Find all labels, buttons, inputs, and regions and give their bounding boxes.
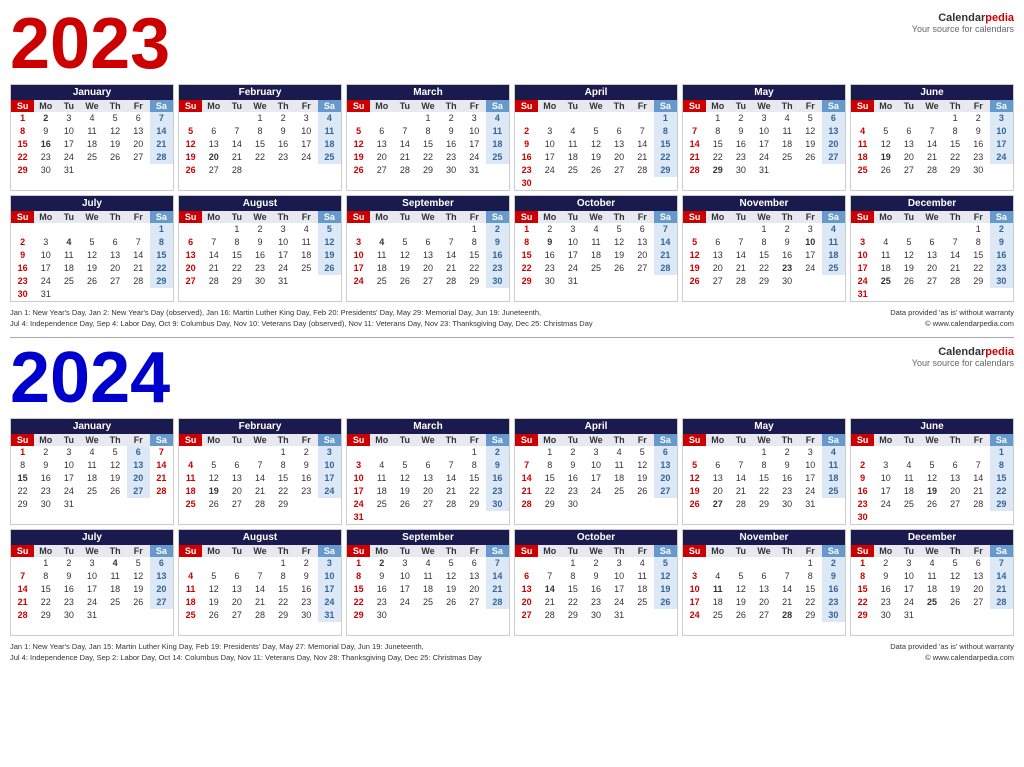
brand-name2-2024: pedia (985, 346, 1014, 358)
month-title-jan-2023: January (11, 85, 173, 100)
month-title-oct-2023: October (515, 196, 677, 211)
month-oct-2023: October Su Mo Tu We Th Fr Sa 1 2 3 4 5 6… (514, 195, 678, 302)
month-mar-2024: March Su Mo Tu We Th Fr Sa 1 2 3 4 5 (346, 418, 510, 525)
dh-sa: Sa (150, 100, 173, 112)
month-sep-2024: September Su Mo Tu We Th Fr Sa 1 2 3 4 5… (346, 529, 510, 636)
month-jun-2023: June Su Mo Tu We Th Fr Sa 1 2 3 4 5 6 (850, 84, 1014, 191)
notes-2023-text: Jan 1: New Year's Day, Jan 2: New Year's… (10, 308, 593, 329)
month-dec-2023: December Su Mo Tu We Th Fr Sa 1 2 3 4 (850, 195, 1014, 302)
month-title-apr-2024: April (515, 419, 677, 434)
month-feb-2024: February Su Mo Tu We Th Fr Sa 1 2 3 4 5 (178, 418, 342, 525)
calendar-row-1-2024: January Su Mo Tu We Th Fr Sa 1 2 3 4 5 6… (10, 418, 1014, 525)
month-feb-2023: February Su Mo Tu We Th Fr Sa 1 2 3 4 5 … (178, 84, 342, 191)
dh-su: Su (11, 100, 34, 112)
dh-fr: Fr (127, 100, 150, 112)
month-title-aug-2023: August (179, 196, 341, 211)
month-title-aug-2024: August (179, 530, 341, 545)
dh-tu: Tu (57, 100, 80, 112)
month-jan-2023: January Su Mo Tu We Th Fr Sa 1 2 3 4 5 6… (10, 84, 174, 191)
month-sep-2023: September Su Mo Tu We Th Fr Sa 1 2 3 4 (346, 195, 510, 302)
brand-tagline-2024: Your source for calendars (912, 358, 1014, 368)
brand-name1-2024: Calendar (938, 346, 985, 358)
month-oct-2024: October Su Mo Tu We Th Fr Sa 1 2 3 4 5 6… (514, 529, 678, 636)
month-title-may-2023: May (683, 85, 845, 100)
brand-name1: Calendar (938, 12, 985, 24)
month-title-jun-2024: June (851, 419, 1013, 434)
month-title-feb-2024: February (179, 419, 341, 434)
notes-2024: Jan 1: New Year's Day, Jan 15: Martin Lu… (10, 640, 1014, 663)
month-mar-2023: March Su Mo Tu We Th Fr Sa 1 2 3 4 5 6 7 (346, 84, 510, 191)
month-title-nov-2023: November (683, 196, 845, 211)
month-title-jul-2024: July (11, 530, 173, 545)
month-jun-2024: June Su Mo Tu We Th Fr Sa 1 2 3 4 (850, 418, 1014, 525)
month-title-mar-2024: March (347, 419, 509, 434)
year-2023-title: 2023 (10, 8, 170, 80)
month-title-apr-2023: April (515, 85, 677, 100)
footer-2023: Data provided 'as is' without warranty ©… (890, 308, 1014, 329)
month-title-jun-2023: June (851, 85, 1013, 100)
month-title-jul-2023: July (11, 196, 173, 211)
month-title-mar-2023: March (347, 85, 509, 100)
month-apr-2024: April Su Mo Tu We Th Fr Sa 1 2 3 4 5 6 7… (514, 418, 678, 525)
brand-name2: pedia (985, 12, 1014, 24)
month-title-jan-2024: January (11, 419, 173, 434)
month-nov-2023: November Su Mo Tu We Th Fr Sa 1 2 3 4 5 … (682, 195, 846, 302)
month-title-sep-2024: September (347, 530, 509, 545)
month-jul-2024: July Su Mo Tu We Th Fr Sa 1 2 3 4 5 6 7 … (10, 529, 174, 636)
dh-mo: Mo (34, 100, 57, 112)
month-may-2024: May Su Mo Tu We Th Fr Sa 1 2 3 4 5 6 7 (682, 418, 846, 525)
month-title-may-2024: May (683, 419, 845, 434)
calendar-row-1-2023: January Su Mo Tu We Th Fr Sa 1 2 3 4 5 6… (10, 84, 1014, 191)
notes-2024-text: Jan 1: New Year's Day, Jan 15: Martin Lu… (10, 642, 482, 663)
month-title-nov-2024: November (683, 530, 845, 545)
year-2023-header: 2023 Calendarpedia Your source for calen… (10, 8, 1014, 80)
month-nov-2024: November Su Mo Tu We Th Fr Sa 1 2 3 4 (682, 529, 846, 636)
month-aug-2024: August Su Mo Tu We Th Fr Sa 1 2 3 4 5 6 (178, 529, 342, 636)
year-2024-section: 2024 Calendarpedia Your source for calen… (10, 342, 1014, 663)
month-may-2023: May Su Mo Tu We Th Fr Sa 1 2 3 4 5 6 7 8… (682, 84, 846, 191)
dh-we: We (80, 100, 103, 112)
notes-2023: Jan 1: New Year's Day, Jan 2: New Year's… (10, 306, 1014, 329)
month-apr-2023: April Su Mo Tu We Th Fr Sa 1 2 3 4 (514, 84, 678, 191)
brand-2024: Calendarpedia Your source for calendars (912, 342, 1014, 368)
year-2024-title: 2024 (10, 342, 170, 414)
month-dec-2024: December Su Mo Tu We Th Fr Sa 1 2 3 4 5 … (850, 529, 1014, 636)
year-2023-section: 2023 Calendarpedia Your source for calen… (10, 8, 1014, 329)
month-title-sep-2023: September (347, 196, 509, 211)
calendar-row-2-2024: July Su Mo Tu We Th Fr Sa 1 2 3 4 5 6 7 … (10, 529, 1014, 636)
month-aug-2023: August Su Mo Tu We Th Fr Sa 1 2 3 4 5 6 … (178, 195, 342, 302)
month-jul-2023: July Su Mo Tu We Th Fr Sa 1 2 3 4 (10, 195, 174, 302)
month-title-oct-2024: October (515, 530, 677, 545)
dh-th: Th (104, 100, 127, 112)
calendar-row-2-2023: July Su Mo Tu We Th Fr Sa 1 2 3 4 (10, 195, 1014, 302)
month-title-dec-2024: December (851, 530, 1013, 545)
footer-2024: Data provided 'as is' without warranty ©… (890, 642, 1014, 663)
month-title-feb-2023: February (179, 85, 341, 100)
brand-2023: Calendarpedia Your source for calendars (912, 8, 1014, 34)
brand-tagline-2023: Your source for calendars (912, 24, 1014, 34)
month-jan-2024: January Su Mo Tu We Th Fr Sa 1 2 3 4 5 6… (10, 418, 174, 525)
year-2024-header: 2024 Calendarpedia Your source for calen… (10, 342, 1014, 414)
month-title-dec-2023: December (851, 196, 1013, 211)
